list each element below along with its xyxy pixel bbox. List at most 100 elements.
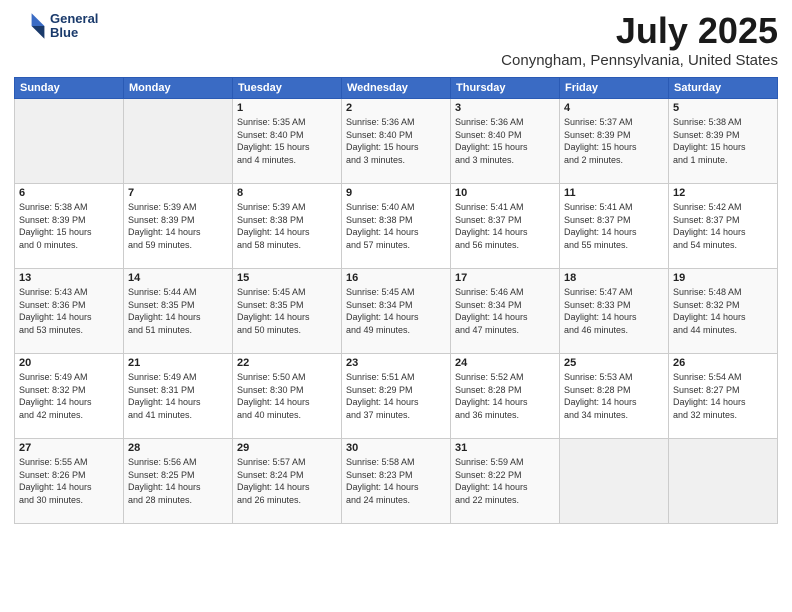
day-info: Sunrise: 5:46 AM Sunset: 8:34 PM Dayligh… [455,286,555,336]
day-info: Sunrise: 5:57 AM Sunset: 8:24 PM Dayligh… [237,456,337,506]
day-info: Sunrise: 5:52 AM Sunset: 8:28 PM Dayligh… [455,371,555,421]
day-info: Sunrise: 5:48 AM Sunset: 8:32 PM Dayligh… [673,286,773,336]
weekday-row: SundayMondayTuesdayWednesdayThursdayFrid… [15,78,778,99]
calendar-body: 1Sunrise: 5:35 AM Sunset: 8:40 PM Daylig… [15,99,778,524]
day-info: Sunrise: 5:38 AM Sunset: 8:39 PM Dayligh… [19,201,119,251]
day-info: Sunrise: 5:41 AM Sunset: 8:37 PM Dayligh… [564,201,664,251]
calendar-cell: 19Sunrise: 5:48 AM Sunset: 8:32 PM Dayli… [669,269,778,354]
day-number: 16 [346,272,446,284]
logo-icon [14,10,46,42]
day-number: 7 [128,187,228,199]
weekday-header-thursday: Thursday [451,78,560,99]
weekday-header-tuesday: Tuesday [233,78,342,99]
day-number: 23 [346,357,446,369]
day-number: 14 [128,272,228,284]
day-number: 10 [455,187,555,199]
day-info: Sunrise: 5:35 AM Sunset: 8:40 PM Dayligh… [237,116,337,166]
day-number: 15 [237,272,337,284]
day-number: 2 [346,102,446,114]
week-row-5: 27 Sunrise: 5:55 AM Sunset: 8:26 PM Dayli… [15,439,778,524]
month-title: July 2025 [501,10,778,52]
day-info: Sunrise: 5:40 AM Sunset: 8:38 PM Dayligh… [346,201,446,251]
day-info: Sunrise: 5:45 AM Sunset: 8:35 PM Dayligh… [237,286,337,336]
calendar-header: SundayMondayTuesdayWednesdayThursdayFrid… [15,78,778,99]
day-info: Sunrise: 5:59 AM Sunset: 8:22 PM Dayligh… [455,456,555,506]
calendar-cell: 6 Sunrise: 5:38 AM Sunset: 8:39 PM Daylig… [15,184,124,269]
calendar-cell: 7 Sunrise: 5:39 AM Sunset: 8:39 PM Daylig… [124,184,233,269]
day-number: 27 [19,442,119,454]
calendar-cell: 29 Sunrise: 5:57 AM Sunset: 8:24 PM Dayli… [233,439,342,524]
week-row-4: 20Sunrise: 5:49 AM Sunset: 8:32 PM Dayli… [15,354,778,439]
calendar-cell: 11 Sunrise: 5:41 AM Sunset: 8:37 PM Dayli… [560,184,669,269]
calendar-cell: 30 Sunrise: 5:58 AM Sunset: 8:23 PM Dayli… [342,439,451,524]
calendar-cell: 2 Sunrise: 5:36 AM Sunset: 8:40 PM Daylig… [342,99,451,184]
logo-text: General Blue [50,12,98,41]
weekday-header-friday: Friday [560,78,669,99]
day-number: 18 [564,272,664,284]
day-number: 3 [455,102,555,114]
day-number: 24 [455,357,555,369]
day-info: Sunrise: 5:39 AM Sunset: 8:38 PM Dayligh… [237,201,337,251]
day-info: Sunrise: 5:55 AM Sunset: 8:26 PM Dayligh… [19,456,119,506]
calendar-cell: 28 Sunrise: 5:56 AM Sunset: 8:25 PM Dayli… [124,439,233,524]
day-number: 29 [237,442,337,454]
day-info: Sunrise: 5:45 AM Sunset: 8:34 PM Dayligh… [346,286,446,336]
day-info: Sunrise: 5:49 AM Sunset: 8:31 PM Dayligh… [128,371,228,421]
day-number: 12 [673,187,773,199]
logo: General Blue [14,10,98,42]
day-info: Sunrise: 5:50 AM Sunset: 8:30 PM Dayligh… [237,371,337,421]
day-info: Sunrise: 5:56 AM Sunset: 8:25 PM Dayligh… [128,456,228,506]
day-info: Sunrise: 5:42 AM Sunset: 8:37 PM Dayligh… [673,201,773,251]
calendar-cell: 5 Sunrise: 5:38 AM Sunset: 8:39 PM Daylig… [669,99,778,184]
day-number: 5 [673,102,773,114]
calendar-cell: 16 Sunrise: 5:45 AM Sunset: 8:34 PM Dayli… [342,269,451,354]
page: General Blue July 2025 Conyngham, Pennsy… [0,0,792,612]
day-number: 4 [564,102,664,114]
day-number: 21 [128,357,228,369]
location-title: Conyngham, Pennsylvania, United States [501,52,778,69]
day-number: 31 [455,442,555,454]
day-number: 6 [19,187,119,199]
weekday-header-saturday: Saturday [669,78,778,99]
calendar-cell: 22Sunrise: 5:50 AM Sunset: 8:30 PM Dayli… [233,354,342,439]
calendar-cell: 12 Sunrise: 5:42 AM Sunset: 8:37 PM Dayli… [669,184,778,269]
day-number: 30 [346,442,446,454]
week-row-1: 1Sunrise: 5:35 AM Sunset: 8:40 PM Daylig… [15,99,778,184]
title-block: July 2025 Conyngham, Pennsylvania, Unite… [501,10,778,69]
calendar-cell: 27 Sunrise: 5:55 AM Sunset: 8:26 PM Dayli… [15,439,124,524]
calendar-cell: 24 Sunrise: 5:52 AM Sunset: 8:28 PM Dayli… [451,354,560,439]
day-info: Sunrise: 5:58 AM Sunset: 8:23 PM Dayligh… [346,456,446,506]
calendar-cell [15,99,124,184]
day-info: Sunrise: 5:41 AM Sunset: 8:37 PM Dayligh… [455,201,555,251]
calendar: SundayMondayTuesdayWednesdayThursdayFrid… [14,77,778,524]
day-info: Sunrise: 5:49 AM Sunset: 8:32 PM Dayligh… [19,371,119,421]
calendar-cell: 15 Sunrise: 5:45 AM Sunset: 8:35 PM Dayli… [233,269,342,354]
day-number: 26 [673,357,773,369]
day-number: 13 [19,272,119,284]
weekday-header-wednesday: Wednesday [342,78,451,99]
calendar-cell: 26 Sunrise: 5:54 AM Sunset: 8:27 PM Dayli… [669,354,778,439]
day-info: Sunrise: 5:36 AM Sunset: 8:40 PM Dayligh… [346,116,446,166]
day-number: 8 [237,187,337,199]
day-info: Sunrise: 5:43 AM Sunset: 8:36 PM Dayligh… [19,286,119,336]
day-info: Sunrise: 5:39 AM Sunset: 8:39 PM Dayligh… [128,201,228,251]
day-info: Sunrise: 5:37 AM Sunset: 8:39 PM Dayligh… [564,116,664,166]
calendar-cell: 8 Sunrise: 5:39 AM Sunset: 8:38 PM Daylig… [233,184,342,269]
calendar-cell: 17Sunrise: 5:46 AM Sunset: 8:34 PM Dayli… [451,269,560,354]
calendar-cell: 13 Sunrise: 5:43 AM Sunset: 8:36 PM Dayli… [15,269,124,354]
day-info: Sunrise: 5:51 AM Sunset: 8:29 PM Dayligh… [346,371,446,421]
calendar-cell: 3Sunrise: 5:36 AM Sunset: 8:40 PM Daylig… [451,99,560,184]
calendar-cell [560,439,669,524]
calendar-cell [669,439,778,524]
day-number: 28 [128,442,228,454]
calendar-cell: 21 Sunrise: 5:49 AM Sunset: 8:31 PM Dayli… [124,354,233,439]
day-info: Sunrise: 5:54 AM Sunset: 8:27 PM Dayligh… [673,371,773,421]
calendar-cell [124,99,233,184]
weekday-header-sunday: Sunday [15,78,124,99]
calendar-cell: 20Sunrise: 5:49 AM Sunset: 8:32 PM Dayli… [15,354,124,439]
day-info: Sunrise: 5:38 AM Sunset: 8:39 PM Dayligh… [673,116,773,166]
calendar-cell: 1Sunrise: 5:35 AM Sunset: 8:40 PM Daylig… [233,99,342,184]
logo-line1: General [50,12,98,26]
day-number: 11 [564,187,664,199]
day-info: Sunrise: 5:53 AM Sunset: 8:28 PM Dayligh… [564,371,664,421]
